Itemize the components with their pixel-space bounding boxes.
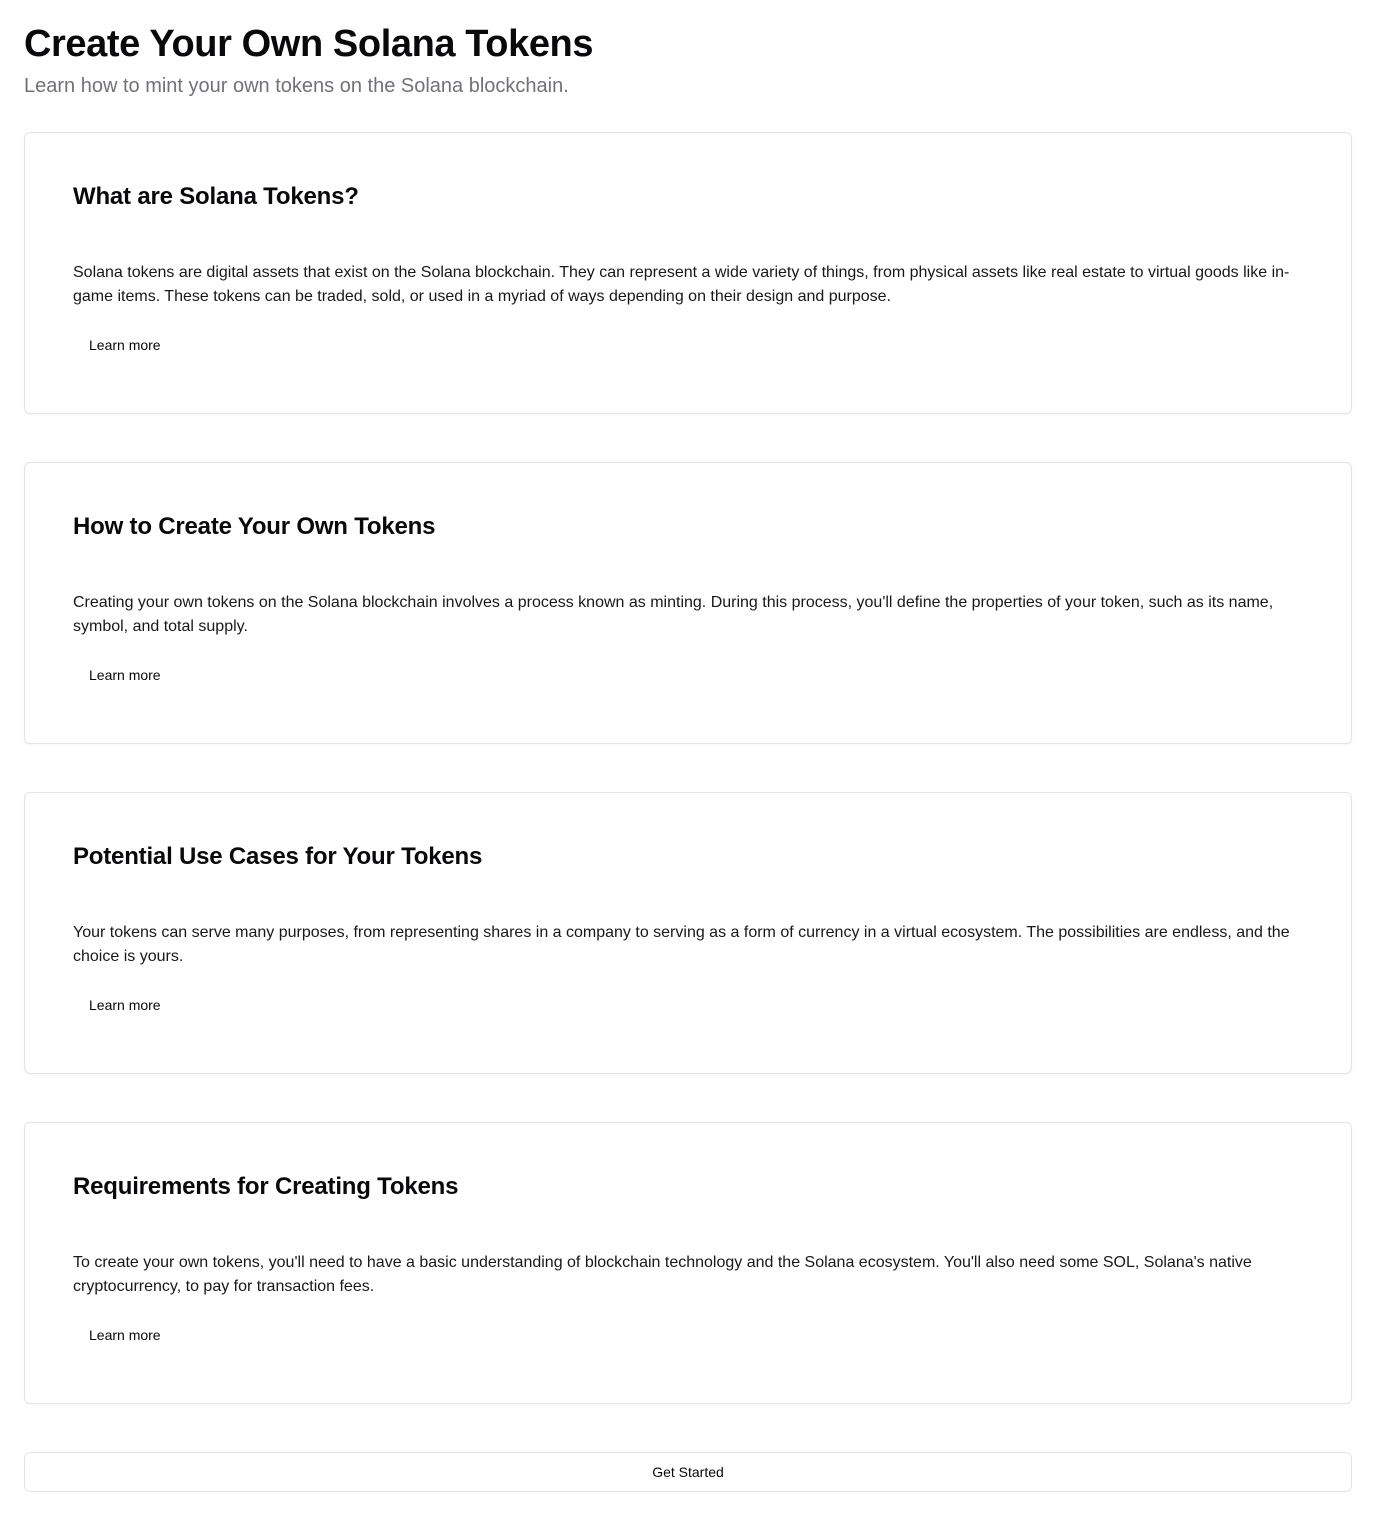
card-requirements: Requirements for Creating Tokens To crea… (24, 1122, 1352, 1404)
card-title: How to Create Your Own Tokens (73, 513, 436, 540)
card-what-are-tokens: What are Solana Tokens? Solana tokens ar… (24, 132, 1352, 414)
card-title: What are Solana Tokens? (73, 183, 359, 210)
page-title: Create Your Own Solana Tokens (24, 23, 594, 65)
card-title: Requirements for Creating Tokens (73, 1173, 459, 1200)
card-use-cases: Potential Use Cases for Your Tokens Your… (24, 792, 1352, 1074)
page-subtitle: Learn how to mint your own tokens on the… (24, 75, 569, 97)
card-title: Potential Use Cases for Your Tokens (73, 843, 483, 870)
page: Create Your Own Solana Tokens Learn how … (0, 0, 1376, 1516)
card-how-to-create: How to Create Your Own Tokens Creating y… (24, 462, 1352, 744)
learn-more-button[interactable]: Learn more (73, 329, 177, 361)
card-description: Creating your own tokens on the Solana b… (73, 594, 1274, 635)
card-description: To create your own tokens, you'll need t… (73, 1254, 1252, 1295)
get-started-button[interactable]: Get Started (24, 1452, 1352, 1492)
card-description: Your tokens can serve many purposes, fro… (73, 924, 1290, 965)
learn-more-button[interactable]: Learn more (73, 1319, 177, 1351)
card-description: Solana tokens are digital assets that ex… (73, 264, 1290, 305)
learn-more-button[interactable]: Learn more (73, 659, 177, 691)
learn-more-button[interactable]: Learn more (73, 989, 177, 1021)
